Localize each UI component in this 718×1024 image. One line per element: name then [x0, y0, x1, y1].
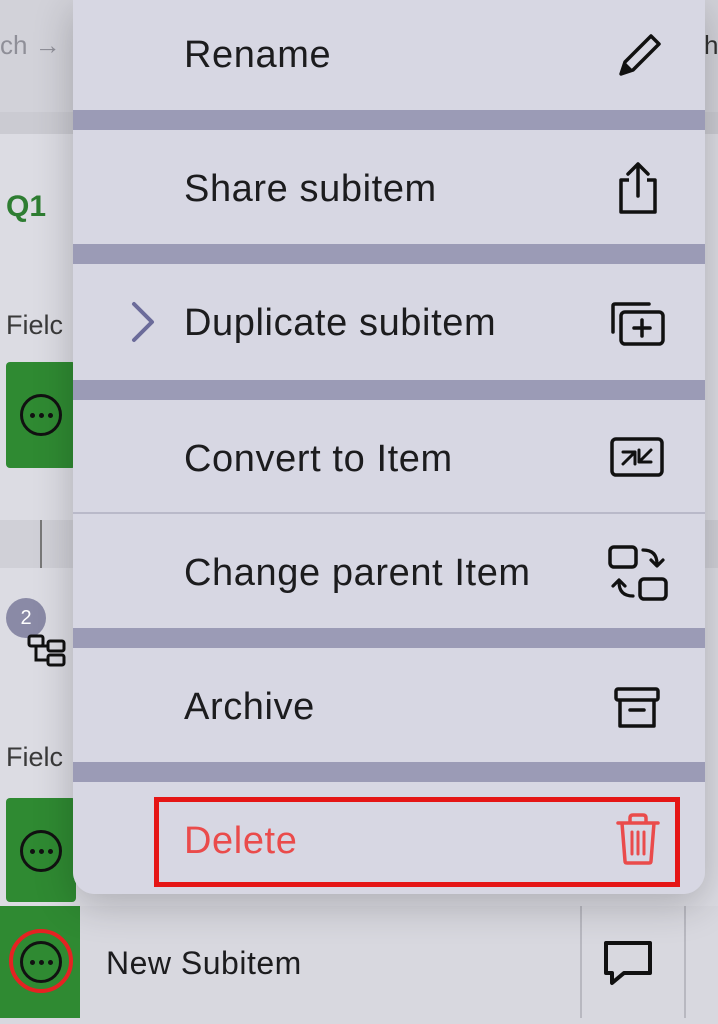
- header-text-fragment: h: [704, 30, 718, 60]
- menu-item-change-parent-item[interactable]: Change parent Item: [73, 514, 705, 628]
- field-label: Fielc: [6, 742, 64, 772]
- duplicate-icon: [611, 302, 665, 346]
- menu-item-archive[interactable]: Archive: [73, 648, 705, 762]
- app-screen: ch → h Q1 Fielc 2 Fielc New Subitem Rena…: [0, 0, 718, 1024]
- column-divider: [580, 906, 582, 1018]
- convert-icon: [610, 437, 664, 477]
- group-title[interactable]: Q1: [6, 190, 46, 224]
- item-color-cell[interactable]: [6, 362, 76, 468]
- field-label: Fielc: [6, 310, 64, 340]
- updates-icon[interactable]: [600, 937, 656, 989]
- item-color-cell[interactable]: [6, 798, 76, 902]
- menu-separator: [73, 244, 705, 264]
- pencil-icon: [619, 34, 661, 76]
- menu-item-label: Change parent Item: [184, 552, 531, 594]
- more-options-icon[interactable]: [20, 830, 62, 872]
- divider: [40, 520, 42, 568]
- share-icon: [619, 162, 657, 214]
- menu-item-rename[interactable]: Rename: [73, 0, 705, 110]
- menu-item-convert-to-item[interactable]: Convert to Item: [73, 400, 705, 512]
- menu-item-label: Share subitem: [184, 168, 437, 210]
- menu-separator: [73, 628, 705, 648]
- subitems-icon[interactable]: [26, 633, 68, 669]
- subitems-count-badge: 2: [6, 598, 46, 638]
- subitem-name[interactable]: New Subitem: [106, 945, 302, 982]
- highlight-circle: [9, 929, 73, 993]
- archive-icon: [614, 687, 660, 728]
- menu-separator: [73, 110, 705, 130]
- chevron-right-icon: [132, 302, 154, 342]
- menu-separator: [73, 380, 705, 400]
- more-options-icon[interactable]: [20, 394, 62, 436]
- menu-item-label: Convert to Item: [184, 438, 453, 480]
- breadcrumb[interactable]: ch →: [0, 30, 61, 61]
- menu-item-label: Archive: [184, 686, 315, 728]
- menu-item-duplicate-subitem[interactable]: Duplicate subitem: [73, 264, 705, 380]
- delete-highlight-box: [154, 797, 680, 887]
- menu-item-label: Rename: [184, 34, 332, 76]
- menu-item-label: Duplicate subitem: [184, 302, 497, 344]
- menu-item-share-subitem[interactable]: Share subitem: [73, 130, 705, 244]
- menu-separator: [73, 762, 705, 782]
- change-parent-icon: [608, 545, 668, 601]
- column-divider: [684, 906, 686, 1018]
- context-menu: Rename Share subitem Duplicate subitem C…: [73, 0, 705, 894]
